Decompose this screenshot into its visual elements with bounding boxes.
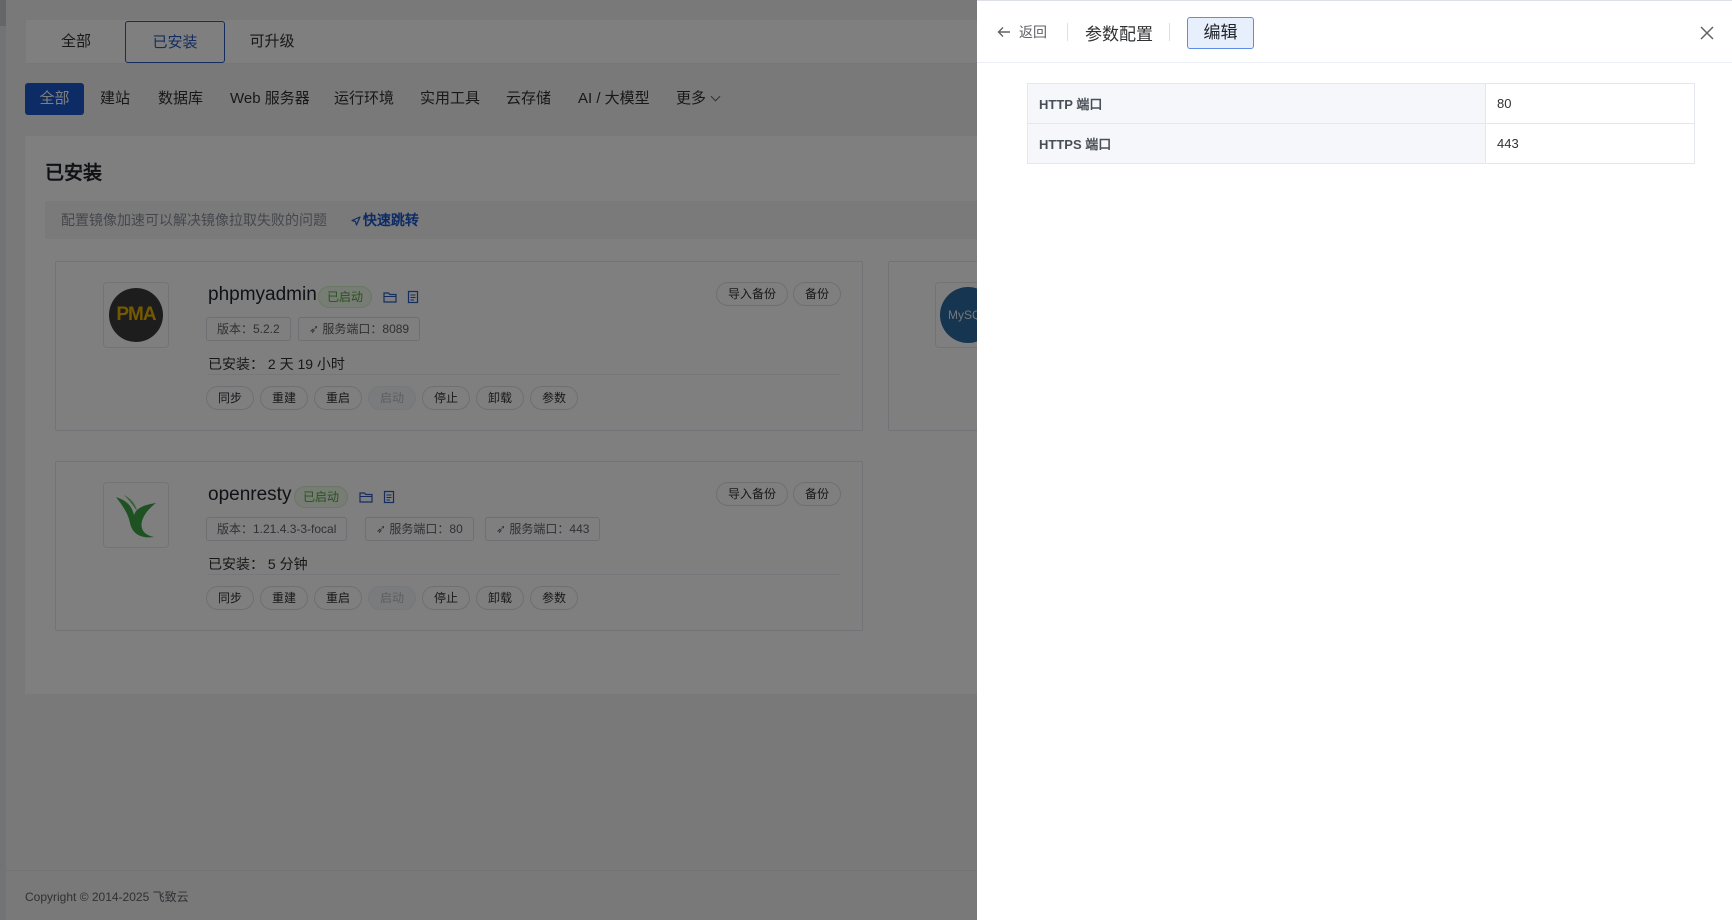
- params-table: HTTP 端口 80 HTTPS 端口 443: [1027, 83, 1695, 164]
- arrow-left-icon: [997, 27, 1010, 37]
- table-row: HTTPS 端口 443: [1027, 123, 1695, 164]
- param-key: HTTP 端口: [1027, 83, 1486, 124]
- param-key: HTTPS 端口: [1027, 123, 1486, 164]
- divider: [1169, 23, 1170, 41]
- param-config-drawer: 返回 参数配置 编辑 HTTP 端口 80 HTTPS 端口 443: [977, 0, 1732, 920]
- drawer-title: 参数配置: [1085, 25, 1153, 44]
- param-value: 80: [1485, 83, 1695, 124]
- back-label: 返回: [1019, 24, 1047, 40]
- close-icon[interactable]: [1699, 25, 1715, 41]
- modal-overlay[interactable]: [0, 0, 977, 920]
- back-button[interactable]: 返回: [997, 22, 1047, 42]
- drawer-header: 返回 参数配置 编辑: [977, 1, 1732, 63]
- param-value: 443: [1485, 123, 1695, 164]
- divider: [1067, 23, 1068, 41]
- edit-button[interactable]: 编辑: [1187, 17, 1254, 49]
- table-row: HTTP 端口 80: [1027, 83, 1695, 124]
